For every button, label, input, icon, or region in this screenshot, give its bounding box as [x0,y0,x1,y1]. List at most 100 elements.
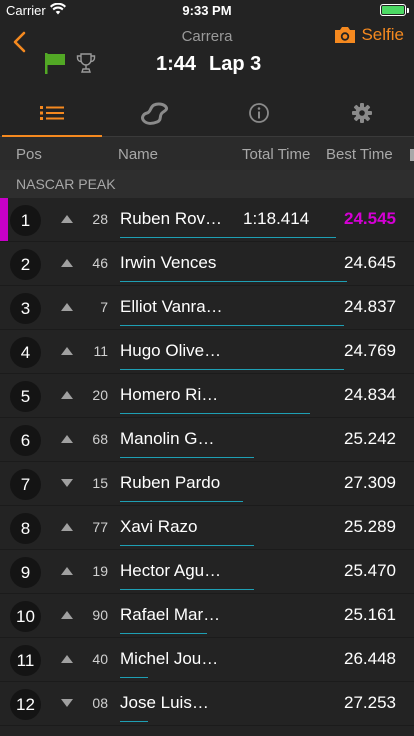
tab-info[interactable] [207,90,311,136]
car-number: 90 [92,607,108,623]
driver-name: Xavi Razo [120,517,198,536]
table-row[interactable]: 2 46 Irwin Vences 24.645 [0,242,414,286]
race-clock: 1:44 [156,53,197,75]
position-badge: 5 [10,381,41,412]
best-time: 25.470 [344,561,396,580]
best-time: 24.645 [344,253,396,272]
selfie-button[interactable]: Selfie [334,25,404,45]
green-flag-icon [45,53,65,74]
table-row[interactable]: 12 08 Jose Luis… 27.253 [0,682,414,726]
position-badge: 4 [10,337,41,368]
lap-progress-bar [120,677,148,678]
position-badge: 1 [10,205,41,236]
triangle-up-icon [61,611,73,619]
driver-name: Ruben Pardo [120,473,221,492]
lap-progress-bar [120,721,148,722]
triangle-up-icon [61,391,73,399]
lap-progress-bar [120,281,347,282]
column-name[interactable]: Name [118,146,158,163]
position-badge: 8 [10,513,41,544]
triangle-up-icon [61,523,73,531]
driver-name: Homero Ri… [120,385,219,404]
triangle-up-icon [61,303,73,311]
lap-progress-bar [120,369,344,370]
info-icon [248,103,269,123]
position-badge: 12 [10,689,41,720]
car-number: 68 [92,431,108,447]
position-badge: 9 [10,557,41,588]
table-row[interactable]: 8 77 Xavi Razo 25.289 [0,506,414,550]
lap-progress-bar [120,633,207,634]
best-time: 27.309 [344,473,396,492]
total-time: 1:18.414 [243,209,310,228]
driver-name: Rafael Mar… [120,605,221,624]
triangle-up-icon [61,259,73,267]
list-icon [39,106,64,120]
lap-progress-bar [120,501,243,502]
driver-name: Michel Jou… [120,649,219,668]
lap-progress-bar [120,237,336,238]
car-number: 20 [92,387,108,403]
position-badge: 10 [10,601,41,632]
column-pos[interactable]: Pos [16,146,42,163]
lap-progress-bar [120,457,254,458]
lap-counter: Lap 3 [209,53,262,75]
best-time: 25.289 [344,517,396,536]
tab-bar [0,90,414,137]
driver-name: Hector Agu… [120,561,222,580]
lap-progress-bar [120,413,310,414]
lap-progress-bar [120,325,344,326]
driver-name: Ruben Rov… [120,209,223,228]
triangle-up-icon [61,215,73,223]
car-number: 08 [92,695,108,711]
car-number: 7 [100,299,108,315]
track-icon [141,102,169,125]
best-time: 24.545 [344,209,396,228]
battery-icon [380,4,409,16]
lap-progress-bar [120,589,254,590]
car-number: 28 [92,211,108,227]
group-label: NASCAR PEAK [0,170,414,198]
car-number: 11 [93,343,108,359]
lap-progress-bar [120,545,254,546]
driver-name: Manolin G… [120,429,215,448]
tab-settings[interactable] [311,90,414,136]
table-row[interactable]: 9 19 Hector Agu… 25.470 [0,550,414,594]
header: Carrera 1:44 Lap 3 Selfie [0,20,414,90]
gear-icon [352,103,373,123]
driver-name: Irwin Vences [120,253,217,272]
best-time: 25.161 [344,605,396,624]
leader-marker [0,198,8,241]
position-badge: 2 [10,249,41,280]
table-row[interactable]: 6 68 Manolin G… 25.242 [0,418,414,462]
more-columns-indicator [410,149,414,161]
table-row[interactable]: 7 15 Ruben Pardo 27.309 [0,462,414,506]
best-time: 27.253 [344,693,396,712]
driver-name: Elliot Vanra… [120,297,223,316]
camera-icon [335,27,356,43]
triangle-down-icon [61,699,73,707]
table-row[interactable]: 10 90 Rafael Mar… 25.161 [0,594,414,638]
standings-list: 1 28 Ruben Rov… 1:18.414 24.545 2 46 Irwin Venc… [0,198,414,726]
triangle-up-icon [61,655,73,663]
table-row[interactable]: 1 28 Ruben Rov… 1:18.414 24.545 [0,198,414,242]
position-badge: 3 [10,293,41,324]
car-number: 15 [92,475,108,491]
car-number: 77 [92,519,108,535]
table-row[interactable]: 5 20 Homero Ri… 24.834 [0,374,414,418]
table-row[interactable]: 3 7 Elliot Vanra… 24.837 [0,286,414,330]
column-total-time[interactable]: Total Time [242,146,310,163]
best-time: 25.242 [344,429,396,448]
car-number: 40 [92,651,108,667]
column-best-time[interactable]: Best Time [326,146,393,163]
tab-track[interactable] [104,90,208,136]
table-row[interactable]: 4 11 Hugo Olive… 24.769 [0,330,414,374]
column-header-row: Pos Name Total Time Best Time [0,137,414,170]
clock: 9:33 PM [182,3,232,18]
best-time: 24.834 [344,385,396,404]
table-row[interactable]: 11 40 Michel Jou… 26.448 [0,638,414,682]
tab-standings[interactable] [0,90,104,137]
car-number: 19 [92,563,108,579]
triangle-up-icon [61,347,73,355]
triangle-up-icon [61,435,73,443]
